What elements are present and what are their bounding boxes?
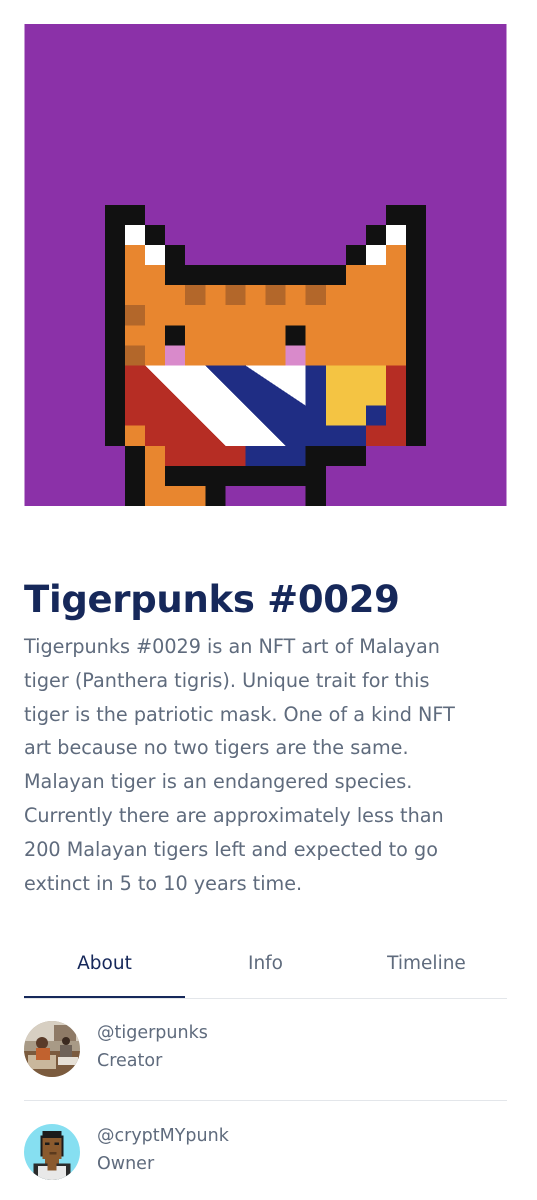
owner-handle[interactable]: @cryptMYpunk — [97, 1126, 229, 1146]
tab-about[interactable]: About — [24, 930, 185, 996]
tab-bar: About Info Timeline — [24, 930, 507, 999]
description-line: Currently there are approximately less t… — [24, 803, 444, 827]
page-title: Tigerpunks #0029 — [24, 578, 400, 621]
people-divider — [24, 1100, 507, 1101]
creator-row[interactable]: @tigerpunks Creator — [24, 1021, 507, 1081]
owner-avatar[interactable] — [24, 1124, 80, 1180]
tab-info[interactable]: Info — [185, 930, 346, 996]
creator-avatar[interactable] — [24, 1021, 80, 1077]
description-line: art because no two tigers are the same. — [24, 736, 409, 760]
creator-role-label: Creator — [97, 1051, 163, 1071]
description-line: tiger is the patriotic mask. One of a ki… — [24, 702, 455, 726]
description-line: Tigerpunks #0029 is an NFT art of Malaya… — [24, 635, 440, 658]
tabs-divider — [24, 998, 507, 999]
nft-description: Tigerpunks #0029 is an NFT art of Malaya… — [24, 630, 514, 900]
creator-handle[interactable]: @tigerpunks — [97, 1023, 208, 1043]
description-line: tiger (Panthera tigris). Unique trait fo… — [24, 668, 430, 692]
tab-timeline[interactable]: Timeline — [346, 930, 507, 996]
description-line: extinct in 5 to 10 years time. — [24, 871, 303, 895]
description-line: Malayan tiger is an endangered species. — [24, 770, 413, 794]
owner-role-label: Owner — [97, 1154, 155, 1174]
nft-artwork-image — [24, 24, 507, 506]
description-line: 200 Malayan tigers left and expected to … — [24, 837, 438, 861]
owner-row[interactable]: @cryptMYpunk Owner — [24, 1124, 507, 1184]
